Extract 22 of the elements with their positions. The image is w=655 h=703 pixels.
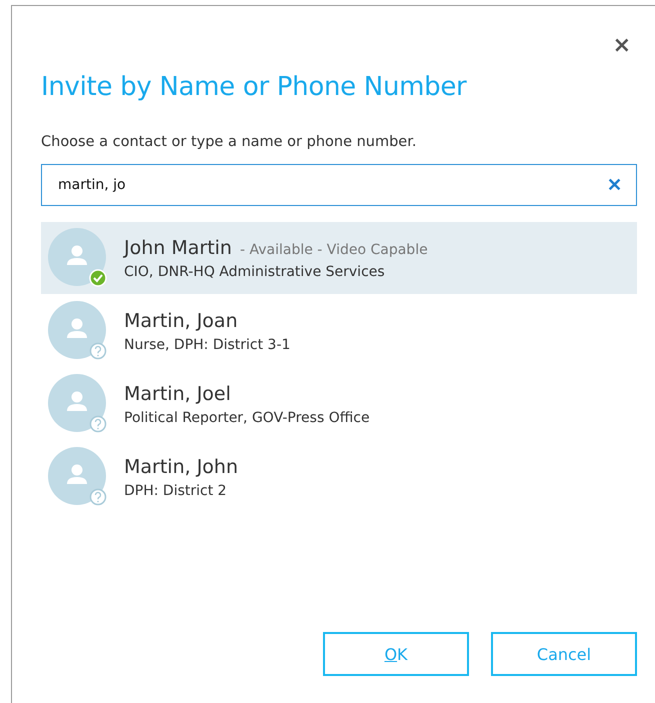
contact-name: Martin, John bbox=[124, 456, 238, 478]
prompt-text: Choose a contact or type a name or phone number. bbox=[41, 134, 418, 150]
close-button[interactable]: × bbox=[612, 34, 631, 58]
contact-name: John Martin bbox=[124, 236, 232, 258]
clear-button[interactable]: ✕ bbox=[607, 174, 622, 196]
contact-status: - Available - Video Capable bbox=[240, 242, 428, 258]
person-icon bbox=[67, 246, 87, 265]
contact-item[interactable]: Martin, John DPH: District 2 bbox=[41, 441, 637, 513]
contact-item[interactable]: Martin, Joan Nurse, DPH: District 3-1 bbox=[41, 295, 637, 367]
dialog-title: Invite by Name or Phone Number bbox=[41, 72, 468, 102]
contact-detail: Political Reporter, GOV-Press Office bbox=[124, 410, 370, 426]
person-icon bbox=[67, 464, 87, 484]
contact-name: Martin, Joel bbox=[124, 382, 231, 404]
contact-item[interactable]: Martin, Joel Political Reporter, GOV-Press Office bbox=[41, 368, 637, 440]
contact-name: Martin, Joan bbox=[124, 310, 238, 332]
person-icon bbox=[67, 392, 87, 411]
contact-detail: Nurse, DPH: District 3-1 bbox=[124, 336, 290, 352]
contact-detail: CIO, DNR-HQ Administrative Services bbox=[124, 264, 386, 280]
contact-item[interactable]: John Martin - Available - Video Capable CIO, DNR-HQ Administrative Services bbox=[41, 222, 637, 294]
person-icon bbox=[67, 318, 87, 338]
search-field[interactable]: martin, jo ✕ bbox=[41, 164, 637, 206]
contact-detail: DPH: District 2 bbox=[124, 482, 228, 498]
